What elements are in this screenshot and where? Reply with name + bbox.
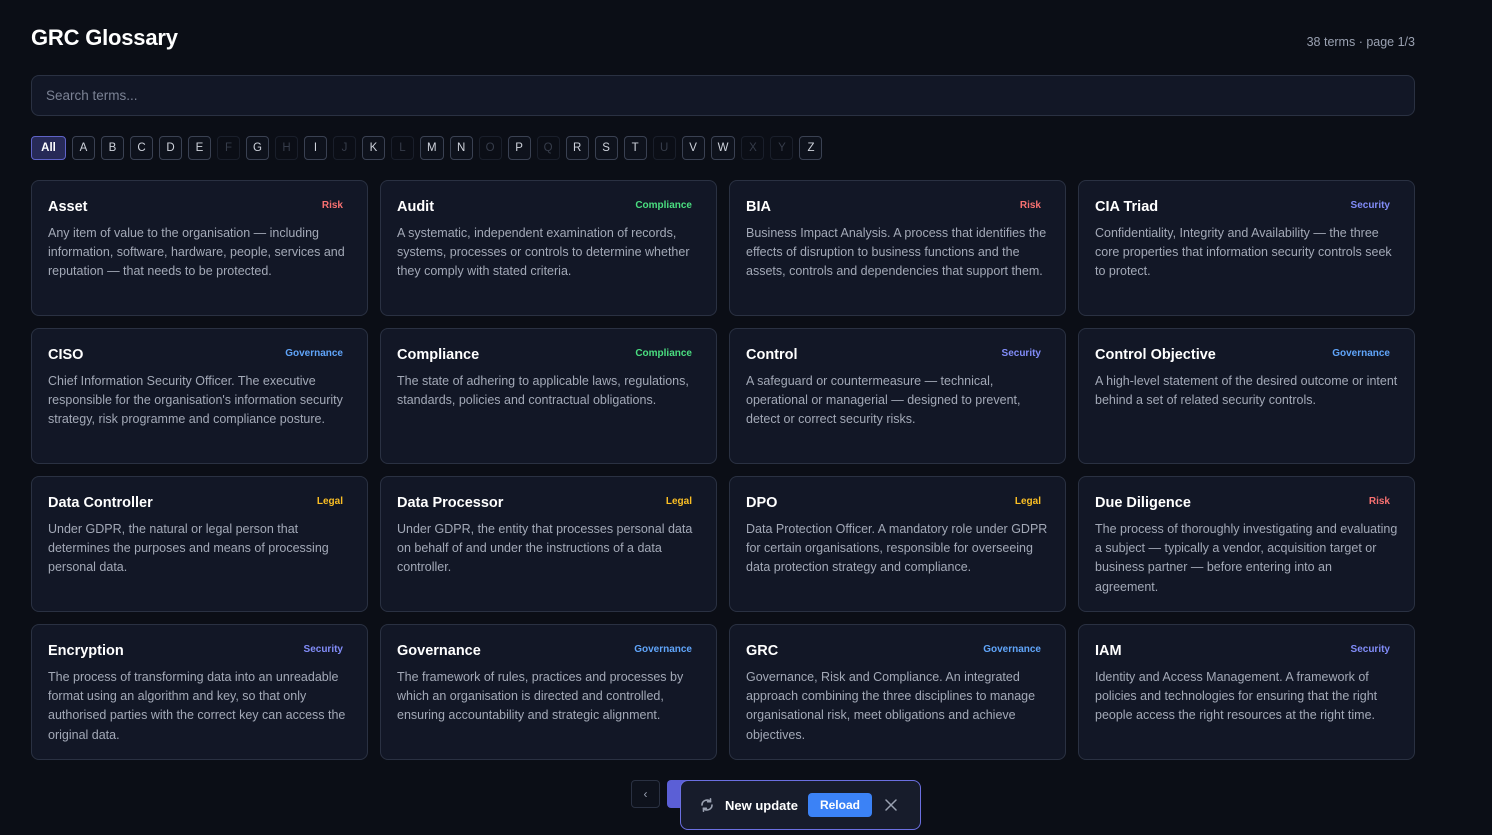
letter-s[interactable]: S	[594, 136, 618, 160]
glossary-card[interactable]: Data Controller Legal Under GDPR, the natu…	[31, 476, 368, 612]
update-toast: New update Reload	[680, 780, 921, 830]
refresh-icon	[699, 797, 715, 813]
category-badge: Risk	[1019, 200, 1041, 211]
prev-page-button[interactable]: ‹	[631, 780, 660, 808]
card-definition: The framework of rules, practices and pr…	[397, 670, 684, 723]
category-badge: Governance	[285, 348, 343, 359]
reload-button[interactable]: Reload	[807, 793, 872, 817]
card-definition: Under GDPR, the entity that processes pe…	[397, 522, 693, 575]
letter-all[interactable]: All	[31, 136, 66, 160]
card-definition: A high-level statement of the desired ou…	[1095, 374, 1398, 408]
category-badge: Legal	[1014, 496, 1041, 507]
header: GRC Glossary 38 terms · page 1/3	[31, 0, 1415, 75]
category-badge: Governance	[983, 644, 1041, 655]
category-badge: Compliance	[635, 348, 692, 359]
letter-p[interactable]: P	[507, 136, 531, 160]
glossary-card[interactable]: Due Diligence Risk The process of thorough…	[1078, 476, 1415, 612]
card-definition: Under GDPR, the natural or legal person …	[48, 522, 329, 575]
glossary-card[interactable]: IAM Security Identity and Access Managemen…	[1078, 624, 1415, 760]
card-definition: Governance, Risk and Compliance. An inte…	[746, 670, 1036, 742]
card-definition: A safeguard or countermeasure — technica…	[746, 374, 1021, 427]
search-input[interactable]	[31, 75, 1415, 116]
glossary-card[interactable]: Compliance Compliance The state of adherin…	[380, 328, 717, 464]
glossary-card[interactable]: CISO Governance Chief Information Security…	[31, 328, 368, 464]
category-badge: Risk	[1368, 496, 1390, 507]
letter-y: Y	[770, 136, 794, 160]
letter-e[interactable]: E	[188, 136, 211, 160]
card-definition: Any item of value to the organisation — …	[48, 226, 345, 279]
category-badge: Security	[1001, 348, 1041, 359]
toast-message: New update	[725, 797, 798, 813]
letter-d[interactable]: D	[159, 136, 182, 160]
close-icon[interactable]	[884, 798, 898, 812]
card-definition: Chief Information Security Officer. The …	[48, 374, 343, 427]
card-definition: A systematic, independent examination of…	[397, 226, 690, 279]
glossary-card[interactable]: Control Security A safeguard or countermea…	[729, 328, 1066, 464]
letter-f: F	[217, 136, 240, 160]
glossary-grid: Asset Risk Any item of value to the organi…	[31, 180, 1415, 760]
glossary-card[interactable]: Encryption Security The process of transfo…	[31, 624, 368, 760]
letter-u: U	[652, 136, 676, 160]
letter-k[interactable]: K	[362, 136, 385, 160]
letter-q: Q	[536, 136, 560, 160]
card-term: Data Controller	[48, 495, 153, 511]
letter-m[interactable]: M	[420, 136, 444, 160]
letter-g[interactable]: G	[246, 136, 269, 160]
category-badge: Security	[303, 644, 343, 655]
letter-l: L	[391, 136, 414, 160]
letter-c[interactable]: C	[130, 136, 153, 160]
card-definition: Business Impact Analysis. A process that…	[746, 226, 1047, 279]
glossary-card[interactable]: BIA Risk Business Impact Analysis. A proce…	[729, 180, 1066, 316]
card-definition: Data Protection Officer. A mandatory rol…	[746, 522, 1048, 575]
card-definition: Confidentiality, Integrity and Availabil…	[1095, 226, 1392, 279]
category-badge: Governance	[634, 644, 692, 655]
letter-b[interactable]: B	[101, 136, 124, 160]
card-definition: The process of transforming data into an…	[48, 670, 346, 742]
letter-a[interactable]: A	[72, 136, 95, 160]
letter-filter: All A B C D E F G H I J K L M N O P Q R S T U V W X Y Z	[31, 136, 1415, 160]
card-definition: The process of thoroughly investigating …	[1095, 522, 1398, 594]
letter-v[interactable]: V	[681, 136, 705, 160]
card-term: Data Processor	[397, 495, 504, 511]
card-term: BIA	[746, 199, 771, 215]
letter-z[interactable]: Z	[799, 136, 823, 160]
card-term: Due Diligence	[1095, 495, 1191, 511]
letter-o: O	[478, 136, 502, 160]
category-badge: Legal	[316, 496, 343, 507]
category-badge: Security	[1350, 200, 1390, 211]
card-term: DPO	[746, 495, 778, 511]
letter-i[interactable]: I	[304, 136, 327, 160]
category-badge: Compliance	[635, 200, 692, 211]
glossary-card[interactable]: Asset Risk Any item of value to the organi…	[31, 180, 368, 316]
card-term: Asset	[48, 199, 88, 215]
letter-x: X	[741, 136, 765, 160]
card-definition: Identity and Access Management. A framew…	[1095, 670, 1378, 723]
glossary-card[interactable]: CIA Triad Security Confidentiality, Integr…	[1078, 180, 1415, 316]
letter-j: J	[333, 136, 356, 160]
letter-r[interactable]: R	[565, 136, 589, 160]
card-definition: The state of adhering to applicable laws…	[397, 374, 689, 408]
category-badge: Governance	[1332, 348, 1390, 359]
glossary-card[interactable]: GRC Governance Governance, Risk and Compli…	[729, 624, 1066, 760]
page-title: GRC Glossary	[31, 25, 178, 50]
letter-n[interactable]: N	[449, 136, 473, 160]
letter-h: H	[275, 136, 298, 160]
glossary-card[interactable]: Control Objective Governance A high-level …	[1078, 328, 1415, 464]
letter-t[interactable]: T	[623, 136, 647, 160]
glossary-page: GRC Glossary 38 terms · page 1/3 AllABCD…	[31, 0, 1415, 760]
letter-w[interactable]: W	[710, 136, 736, 160]
glossary-card[interactable]: Audit Compliance A systematic, independent…	[380, 180, 717, 316]
category-badge: Legal	[665, 496, 692, 507]
term-count: 38 terms · page 1/3	[1306, 35, 1415, 49]
category-badge: Risk	[321, 200, 343, 211]
category-badge: Security	[1350, 644, 1390, 655]
glossary-card[interactable]: Governance Governance The framework of rul…	[380, 624, 717, 760]
glossary-card[interactable]: DPO Legal Data Protection Officer. A manda…	[729, 476, 1066, 612]
glossary-card[interactable]: Data Processor Legal Under GDPR, the entit…	[380, 476, 717, 612]
